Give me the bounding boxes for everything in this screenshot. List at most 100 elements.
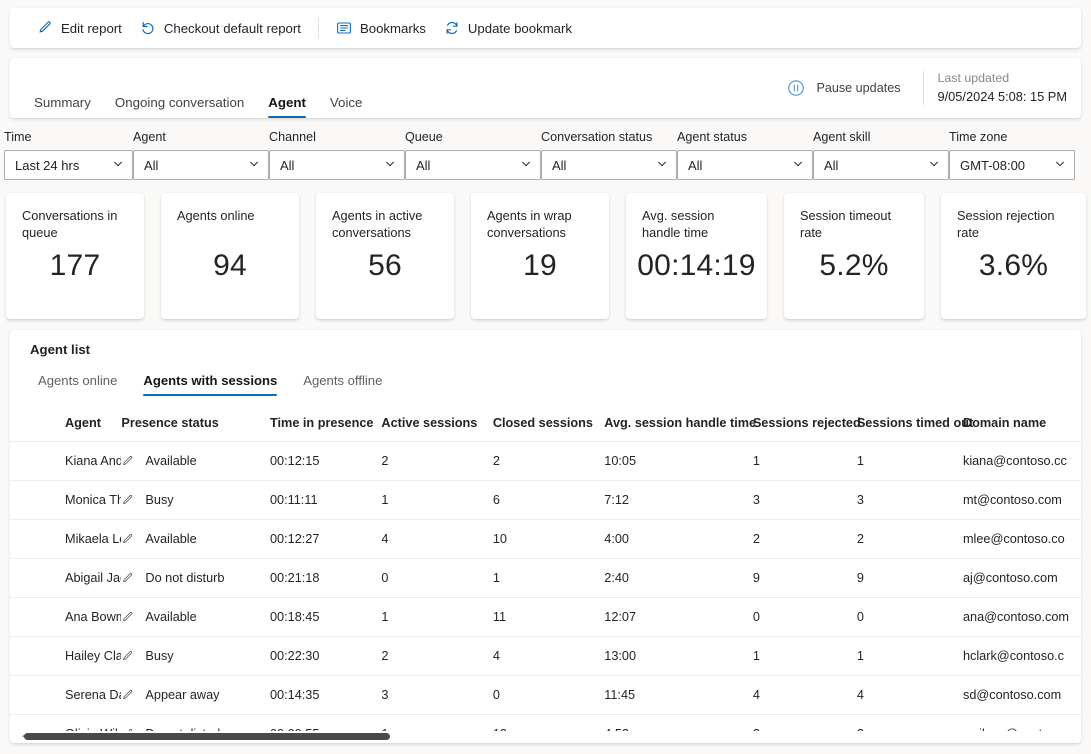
update-bookmark-button[interactable]: Update bookmark (435, 13, 581, 43)
kpi-title: Session rejection rate (957, 208, 1055, 241)
cell-avg-session-handle-time: 7:12 (604, 480, 753, 520)
column-header-presence-status[interactable]: Presence status (121, 408, 270, 442)
undo-icon (140, 20, 156, 36)
filter-combobox[interactable]: All (269, 150, 405, 180)
column-header-avg-session-handle-time[interactable]: Avg. session handle time (604, 408, 756, 442)
kpi-title: Agents online (177, 208, 255, 223)
kpi-title: Session timeout rate (800, 208, 892, 241)
filter-agent-skill: Agent skill All (813, 130, 949, 180)
cell-avg-session-handle-time: 4:00 (604, 519, 753, 559)
filter-label: Agent status (677, 130, 748, 144)
filter-combobox[interactable]: All (541, 150, 677, 180)
chevron-down-icon (1054, 158, 1066, 173)
cell-time-in-presence: 00:14:35 (270, 675, 382, 715)
edit-presence-icon[interactable] (121, 455, 134, 468)
tab-agent[interactable]: Agent (256, 96, 318, 119)
cell-sessions-rejected: 9 (752, 558, 857, 598)
edit-presence-icon[interactable] (121, 689, 134, 702)
table-row[interactable]: Ana BowmanAvailable00:18:4511112:0700ana… (10, 597, 1081, 637)
edit-presence-icon[interactable] (121, 494, 134, 507)
presence-status-text: Available (145, 610, 197, 624)
cell-time-in-presence: 00:18:45 (270, 597, 382, 637)
filter-combobox[interactable]: Last 24 hrs (4, 150, 133, 180)
kpi-card: Conversations in queue 177 (6, 193, 144, 319)
column-header-domain-name[interactable]: Domain name (962, 408, 1081, 442)
subtab-agents-with-sessions[interactable]: Agents with sessions (130, 374, 290, 397)
kpi-card: Agents online 94 (161, 193, 299, 319)
table-row[interactable]: Kiana AndersonAvailable00:12:152210:0511… (10, 441, 1081, 481)
kpi-title: Conversations in queue (22, 208, 118, 241)
column-header-closed-sessions[interactable]: Closed sessions (492, 408, 605, 442)
command-bar: Edit report Checkout default report Book… (10, 8, 1081, 48)
last-updated-label: Last updated (937, 70, 1010, 85)
presence-status-text: Busy (145, 493, 174, 507)
cell-agent: Mikaela Lee (10, 519, 122, 559)
presence-status-text: Available (145, 454, 197, 468)
filter-value: All (824, 157, 839, 173)
agent-table-body: Kiana AndersonAvailable00:12:152210:0511… (10, 441, 1081, 743)
subtab-agents-offline-label: Agents offline (303, 373, 383, 388)
table-row[interactable]: Serena DavisAppear away00:14:353011:4544… (10, 675, 1081, 715)
filter-combobox[interactable]: All (813, 150, 949, 180)
column-header-sessions-rejected[interactable]: Sessions rejected (752, 408, 861, 442)
tab-ongoing-conversation[interactable]: Ongoing conversation (103, 96, 256, 118)
cell-presence-status: Available (121, 441, 270, 481)
filter-combobox[interactable]: All (405, 150, 541, 180)
tab-summary[interactable]: Summary (22, 96, 103, 118)
column-header-active-sessions[interactable]: Active sessions (381, 408, 493, 442)
cell-active-sessions: 4 (381, 519, 493, 559)
table-row[interactable]: Hailey ClarkBusy00:22:302413:0011hclark@… (10, 636, 1081, 676)
cell-agent: Ana Bowman (10, 597, 122, 637)
edit-presence-icon[interactable] (121, 533, 134, 546)
cell-active-sessions: 1 (381, 597, 493, 637)
cell-closed-sessions: 2 (492, 441, 605, 481)
table-row[interactable]: Mikaela LeeAvailable00:12:274104:0022mle… (10, 519, 1081, 559)
cell-domain-name: aj@contoso.com (962, 558, 1081, 598)
filter-combobox[interactable]: All (133, 150, 269, 180)
subtab-agents-offline[interactable]: Agents offline (290, 374, 395, 396)
chevron-down-icon (384, 158, 396, 173)
cell-closed-sessions: 10 (492, 519, 605, 559)
column-header-agent[interactable]: Agent (10, 408, 122, 442)
cell-domain-name: kiana@contoso.cc (962, 441, 1081, 481)
cell-sessions-rejected: 2 (752, 519, 857, 559)
pause-updates-button[interactable]: Pause updates (779, 74, 908, 102)
bookmarks-button[interactable]: Bookmarks (327, 13, 435, 43)
filter-label: Agent skill (813, 130, 871, 144)
filter-combobox[interactable]: All (677, 150, 813, 180)
cell-sessions-timed-out: 1 (856, 636, 963, 676)
column-header-time-in-presence[interactable]: Time in presence (270, 408, 382, 442)
cell-presence-status: Do not disturb (121, 558, 270, 598)
cell-domain-name: mlee@contoso.co (962, 519, 1081, 559)
cell-domain-name: mt@contoso.com (962, 480, 1081, 520)
edit-presence-icon[interactable] (121, 650, 134, 663)
kpi-card: Session rejection rate 3.6% (941, 193, 1086, 319)
checkout-default-report-button[interactable]: Checkout default report (131, 13, 310, 43)
table-row[interactable]: Monica ThomsonBusy00:11:11167:1233mt@con… (10, 480, 1081, 520)
cell-time-in-presence: 00:22:30 (270, 636, 382, 676)
subtab-agents-online[interactable]: Agents online (30, 374, 130, 396)
kpi-value: 5.2% (819, 249, 889, 282)
column-header-sessions-timed-out[interactable]: Sessions timed out (856, 408, 973, 442)
kpi-value: 3.6% (978, 249, 1049, 282)
kpi-card: Session timeout rate 5.2% (784, 193, 924, 319)
cell-agent: Abigail Jackson (10, 558, 122, 598)
cell-domain-name: hclark@contoso.c (962, 636, 1081, 676)
cell-avg-session-handle-time: 11:45 (604, 675, 753, 715)
cell-presence-status: Available (121, 519, 270, 559)
update-bookmark-label: Update bookmark (467, 20, 572, 36)
horizontal-scrollbar-thumb[interactable] (24, 733, 390, 740)
tab-voice[interactable]: Voice (318, 96, 375, 118)
table-row[interactable]: Abigail Jackson Do not disturb 00:21:18012… (10, 558, 1081, 598)
filter-value: All (280, 157, 295, 173)
edit-presence-icon[interactable] (121, 572, 134, 585)
edit-report-button[interactable]: Edit report (28, 13, 131, 43)
filter-channel: Channel All (269, 130, 405, 180)
agent-list-panel: Agent list Agents online Agents with ses… (10, 330, 1081, 743)
filter-combobox[interactable]: GMT-08:00 (949, 150, 1075, 180)
edit-presence-icon[interactable] (121, 611, 134, 624)
cell-sessions-timed-out: 1 (856, 441, 963, 481)
pause-icon (787, 79, 805, 97)
filter-time-zone: Time zone GMT-08:00 (949, 130, 1075, 180)
horizontal-scrollbar[interactable]: ◀ (22, 731, 1081, 741)
